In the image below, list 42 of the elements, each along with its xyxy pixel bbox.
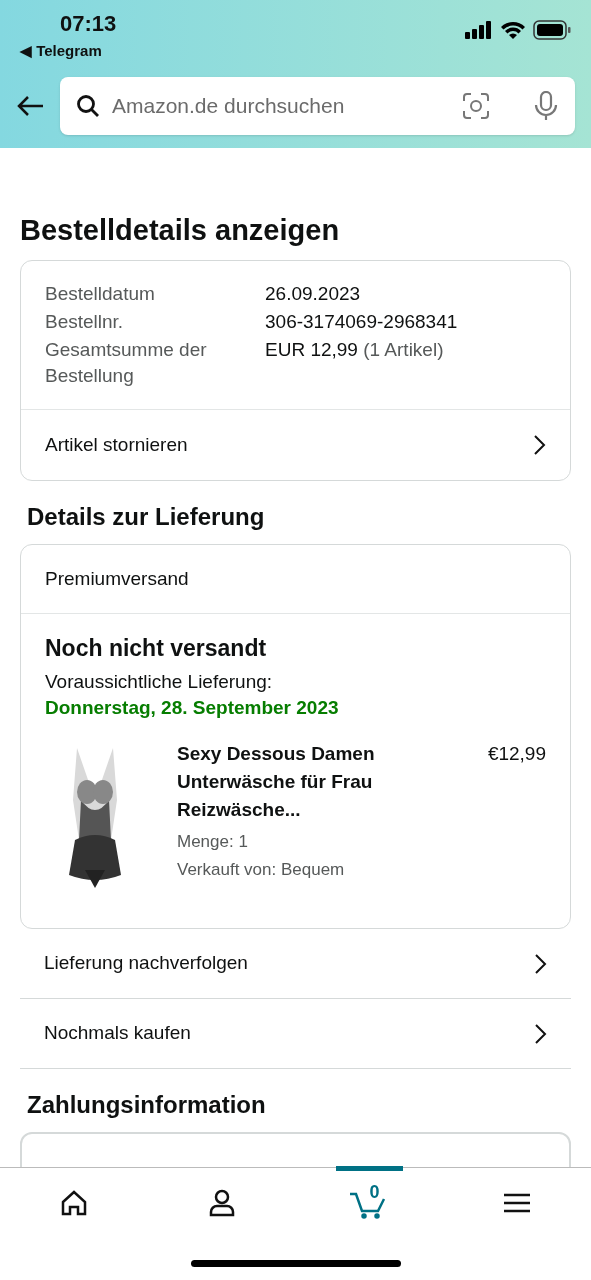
delivery-date: Donnerstag, 28. September 2023 xyxy=(45,696,340,720)
menu-icon xyxy=(504,1192,531,1214)
chevron-right-icon xyxy=(532,434,546,456)
search-field[interactable]: Amazon.de durchsuchen xyxy=(112,89,451,122)
clock: 07:13 xyxy=(60,12,117,36)
wifi-icon xyxy=(501,21,525,39)
person-icon xyxy=(207,1189,236,1217)
field-label: Bestellnr. xyxy=(45,310,125,334)
product-title[interactable]: Sexy Dessous Damen Unterwäsche für Frau Reizwäsche... xyxy=(177,740,456,824)
field-value: EUR 12,99 (1 Artikel) xyxy=(265,338,444,362)
action-row[interactable]: Nochmals kaufen xyxy=(20,999,571,1069)
field-value: 26.09.2023 xyxy=(265,282,361,306)
price: €12,99 xyxy=(487,742,546,766)
microphone-icon[interactable] xyxy=(533,90,559,121)
chevron-right-icon xyxy=(533,952,547,975)
battery-icon xyxy=(533,20,571,40)
home-icon xyxy=(59,1190,88,1216)
back-arrow-icon[interactable] xyxy=(16,94,44,117)
quantity: Menge: 1 xyxy=(177,831,249,853)
cart-count: 0 xyxy=(369,1181,380,1204)
row-label: Artikel stornieren xyxy=(45,432,188,457)
camera-scan-icon[interactable] xyxy=(463,92,489,119)
cancel-items-row[interactable]: Artikel stornieren xyxy=(21,409,570,480)
chevron-right-icon xyxy=(533,1022,547,1045)
seller: Verkauft von: Bequem xyxy=(177,859,346,881)
row-label: Nochmals kaufen xyxy=(44,1021,191,1046)
shipping-method: Premiumversand xyxy=(45,566,189,591)
row-label: Lieferung nachverfolgen xyxy=(44,951,248,976)
delivery-estimate-label: Voraussichtliche Lieferung: xyxy=(45,670,274,694)
section-heading: Zahlungsinformation xyxy=(26,1090,267,1120)
field-label: Bestelldatum xyxy=(45,282,156,306)
action-row[interactable]: Lieferung nachverfolgen xyxy=(20,929,571,999)
field-value: 306-3174069-2968341 xyxy=(265,310,458,334)
section-heading: Details zur Lieferung xyxy=(26,502,266,532)
search-icon xyxy=(76,93,100,118)
signal-icon xyxy=(465,21,493,39)
tab[interactable]: 0 xyxy=(335,1166,404,1238)
shipment-status: Noch nicht versandt xyxy=(45,634,268,662)
back-to-app-link[interactable]: ◀ Telegram xyxy=(20,40,117,63)
search-bar[interactable]: Amazon.de durchsuchen xyxy=(60,76,575,135)
page-title: Bestelldetails anzeigen xyxy=(20,214,341,246)
field-label: Gesamtsumme der Bestellung xyxy=(45,338,208,388)
